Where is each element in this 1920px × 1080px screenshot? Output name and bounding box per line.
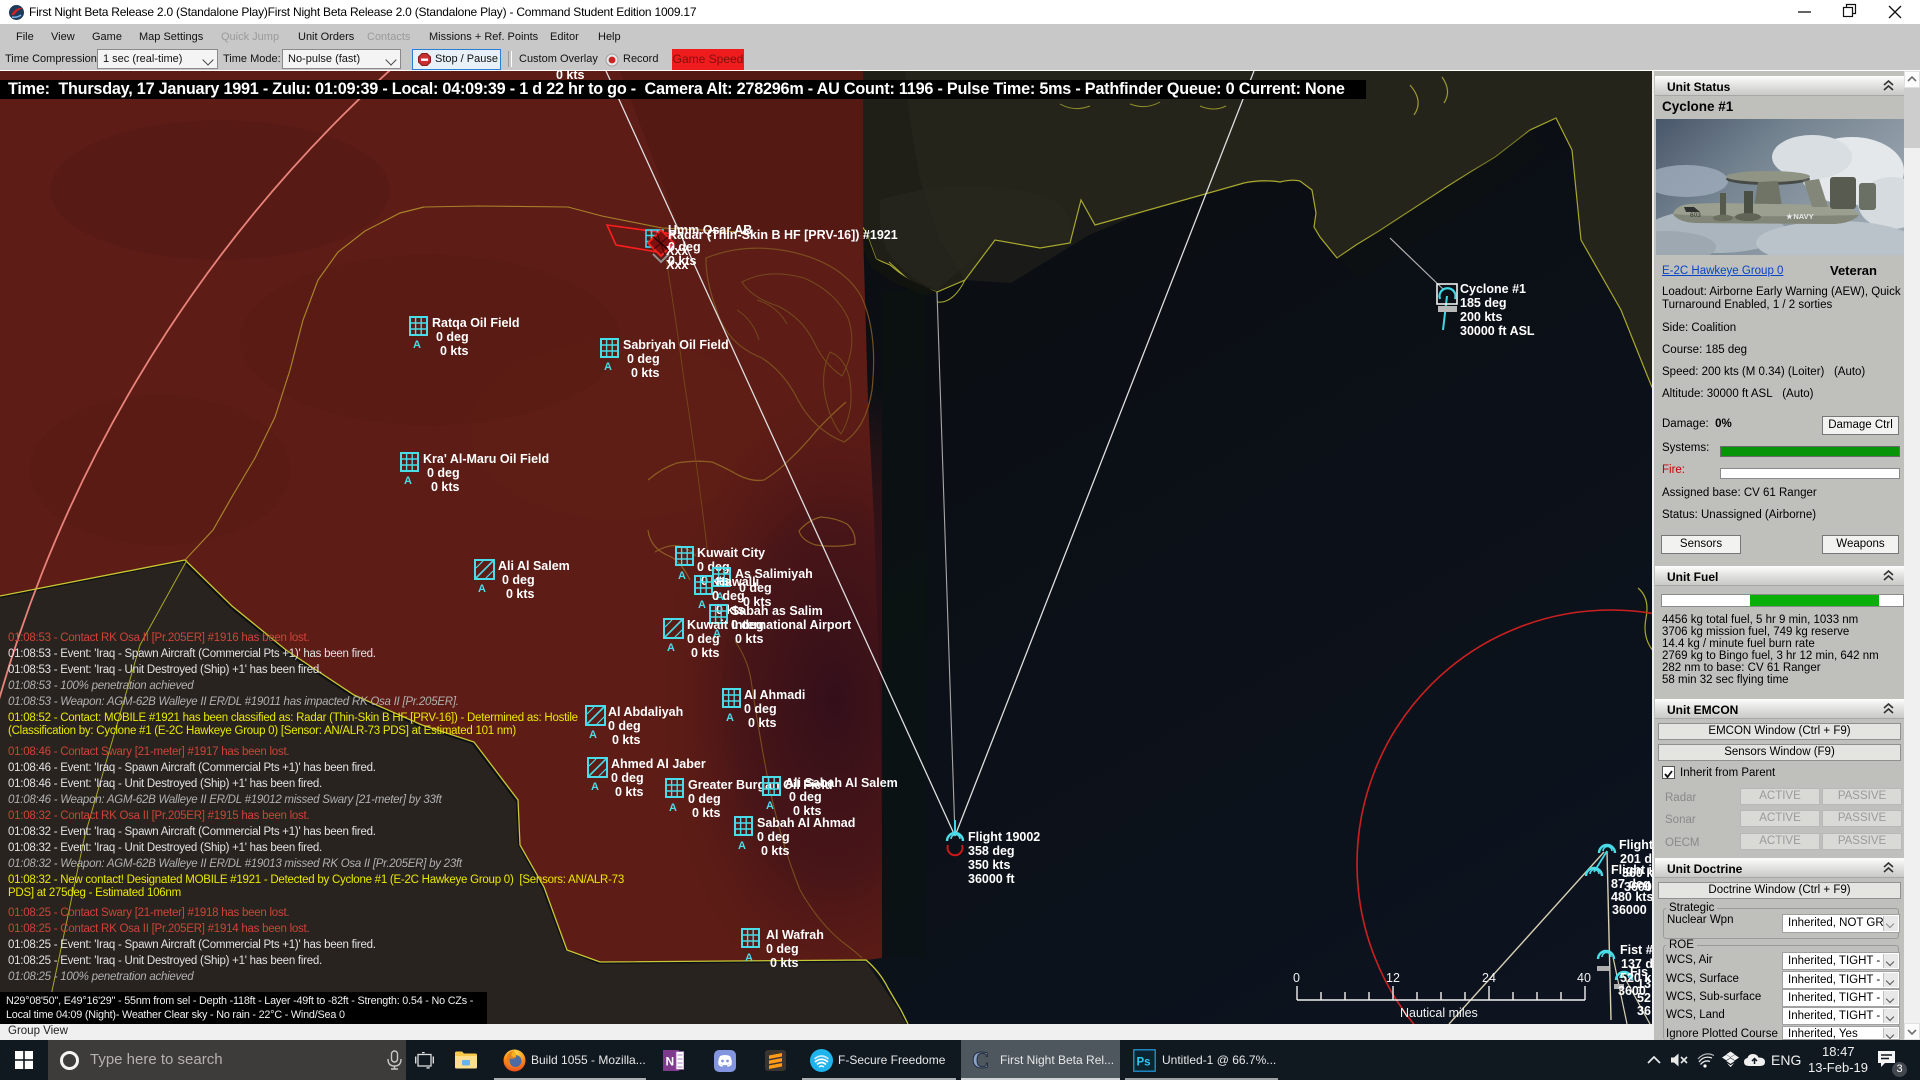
svg-text:603: 603 <box>1690 212 1701 219</box>
svg-text:★ NAVY: ★ NAVY <box>1786 212 1814 221</box>
svg-text:N: N <box>666 1055 675 1069</box>
svg-text:C: C <box>972 1048 989 1072</box>
svg-text:Ps: Ps <box>1137 1057 1151 1069</box>
